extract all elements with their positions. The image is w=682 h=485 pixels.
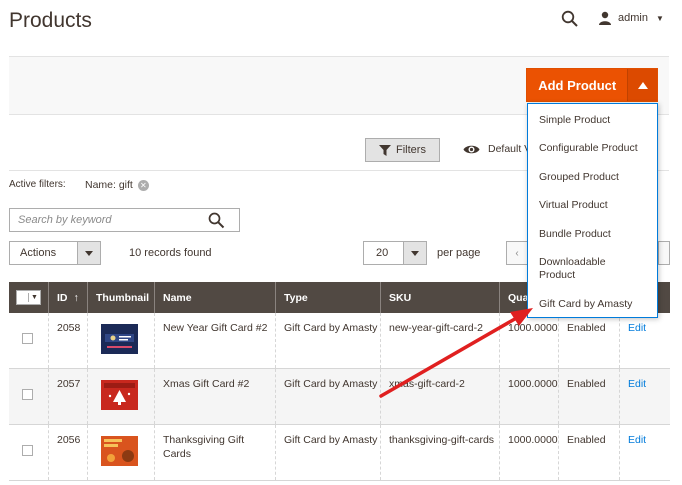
next-page-button[interactable]: [658, 241, 670, 265]
mass-actions-label: Actions: [20, 247, 57, 259]
user-icon: [599, 11, 611, 25]
records-found: 10 records found: [129, 247, 212, 259]
eye-icon: [463, 145, 480, 153]
column-id-label: ID: [57, 291, 68, 304]
row-select-cell: [9, 425, 49, 480]
menu-item-gift-card-by-amasty[interactable]: Gift Card by Amasty: [539, 298, 651, 311]
add-product-menu: Simple Product Configurable Product Grou…: [527, 103, 658, 318]
table-row[interactable]: 2056 Thanksgiving Gift Cards Gift Card b…: [9, 425, 670, 481]
funnel-icon: [379, 144, 392, 156]
row-status: Enabled: [559, 425, 620, 480]
row-action-cell: Edit: [620, 313, 670, 368]
row-id: 2057: [49, 369, 88, 424]
row-quantity: 1000.0000: [500, 369, 559, 424]
row-name: Xmas Gift Card #2: [155, 369, 276, 424]
add-product-label: Add Product: [538, 77, 617, 93]
row-type: Gift Card by Amasty: [276, 313, 381, 368]
row-select-cell: [9, 313, 49, 368]
row-type: Gift Card by Amasty: [276, 369, 381, 424]
chevron-down-icon: ▼: [655, 13, 664, 23]
chevron-down-icon: [76, 242, 100, 264]
row-action-cell: Edit: [620, 369, 670, 424]
search-icon[interactable]: [561, 10, 579, 28]
active-filters-label: Active filters:: [9, 179, 66, 190]
previous-page-button[interactable]: ‹: [506, 241, 528, 265]
product-thumbnail: [101, 436, 138, 466]
table-row[interactable]: 2057 Xmas Gift Card #2 Gift Card by Amas…: [9, 369, 670, 425]
product-thumbnail: [101, 324, 138, 354]
row-id: 2058: [49, 313, 88, 368]
row-thumbnail-cell: [88, 425, 155, 480]
product-thumbnail: [101, 380, 138, 410]
per-page-label: per page: [437, 247, 481, 259]
menu-item-downloadable-product[interactable]: Downloadable Product: [539, 256, 619, 282]
default-view-switcher[interactable]: Default V: [463, 143, 531, 155]
column-header-id[interactable]: ID ↑: [49, 282, 88, 313]
edit-link[interactable]: Edit: [628, 322, 646, 334]
menu-item-virtual-product[interactable]: Virtual Product: [539, 199, 651, 212]
chevron-left-icon: ‹: [515, 247, 519, 259]
menu-item-grouped-product[interactable]: Grouped Product: [539, 171, 651, 184]
chevron-down-icon: [402, 242, 426, 264]
edit-link[interactable]: Edit: [628, 378, 646, 390]
filters-button[interactable]: Filters: [365, 138, 440, 162]
row-thumbnail-cell: [88, 313, 155, 368]
row-name: Thanksgiving Gift Cards: [155, 425, 276, 480]
page-title: Products: [9, 9, 92, 32]
mass-select-dropdown[interactable]: ▼: [16, 290, 41, 305]
row-checkbox[interactable]: [22, 389, 33, 400]
menu-item-configurable-product[interactable]: Configurable Product: [539, 142, 651, 155]
search-icon[interactable]: [208, 212, 225, 232]
row-select-cell: [9, 369, 49, 424]
caret-up-icon: [637, 81, 648, 89]
add-product-button[interactable]: Add Product: [526, 68, 658, 102]
column-header-thumbnail: Thumbnail: [88, 282, 155, 313]
add-product-toggle[interactable]: [627, 69, 657, 101]
row-status: Enabled: [559, 369, 620, 424]
mass-select-checkbox[interactable]: [18, 293, 29, 302]
row-quantity: 1000.0000: [500, 313, 559, 368]
row-action-cell: Edit: [620, 425, 670, 480]
per-page-value: 20: [376, 247, 389, 259]
row-sku: thanksgiving-gift-cards: [381, 425, 500, 480]
mass-select-header[interactable]: ▼: [9, 282, 49, 313]
row-quantity: 1000.0000: [500, 425, 559, 480]
chevron-down-icon: ▼: [31, 294, 38, 301]
column-header-name[interactable]: Name: [155, 282, 276, 313]
row-id: 2056: [49, 425, 88, 480]
per-page-select[interactable]: 20: [363, 241, 427, 265]
row-type: Gift Card by Amasty: [276, 425, 381, 480]
sort-arrow-icon: ↑: [73, 291, 79, 304]
keyword-search: [9, 208, 240, 232]
column-header-sku[interactable]: SKU: [381, 282, 500, 313]
column-header-type[interactable]: Type: [276, 282, 381, 313]
row-checkbox[interactable]: [22, 333, 33, 344]
mass-actions-select[interactable]: Actions: [9, 241, 101, 265]
keyword-search-input[interactable]: [18, 210, 208, 230]
row-name: New Year Gift Card #2: [155, 313, 276, 368]
row-sku: new-year-gift-card-2: [381, 313, 500, 368]
active-filter-text: Name: gift: [85, 179, 133, 191]
menu-item-simple-product[interactable]: Simple Product: [539, 114, 651, 127]
user-menu[interactable]: admin ▼: [598, 11, 664, 25]
default-view-label: Default V: [488, 143, 532, 155]
row-checkbox[interactable]: [22, 445, 33, 456]
filters-label: Filters: [396, 144, 426, 156]
menu-item-bundle-product[interactable]: Bundle Product: [539, 228, 651, 241]
row-status: Enabled: [559, 313, 620, 368]
remove-filter-icon[interactable]: ✕: [137, 179, 149, 191]
row-thumbnail-cell: [88, 369, 155, 424]
user-name: admin: [618, 12, 648, 24]
row-sku: xmas-gift-card-2: [381, 369, 500, 424]
active-filter-chip: Name: gift ✕: [85, 179, 149, 191]
edit-link[interactable]: Edit: [628, 434, 646, 446]
table-row[interactable]: 2058 New Year Gift Card #2 Gift Card by …: [9, 313, 670, 369]
